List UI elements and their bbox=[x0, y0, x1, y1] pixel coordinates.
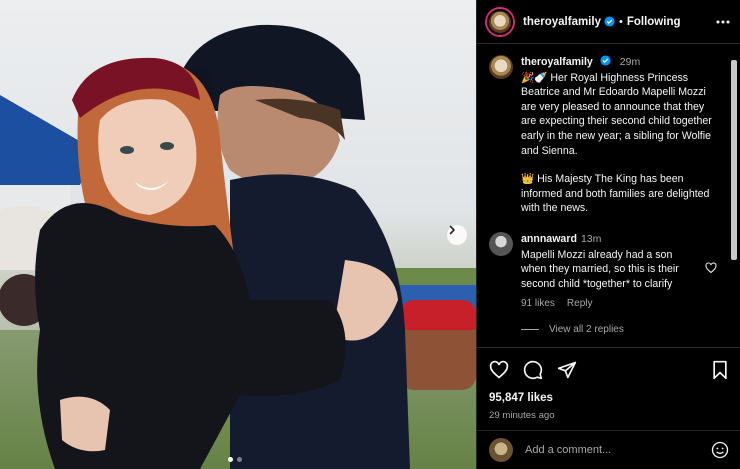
author-username[interactable]: theroyalfamily bbox=[523, 16, 601, 28]
view-replies-button[interactable]: View all 2 replies bbox=[521, 324, 717, 335]
caption-body: theroyalfamily 29m 🎉🍼 Her Royal Highness… bbox=[521, 55, 717, 216]
comment-input[interactable] bbox=[525, 444, 699, 456]
post-timestamp[interactable]: 29 minutes ago bbox=[489, 410, 729, 421]
replies-line bbox=[521, 328, 539, 330]
viewer-avatar bbox=[489, 438, 513, 462]
comment-button[interactable] bbox=[523, 360, 543, 380]
like-button[interactable] bbox=[489, 360, 509, 380]
view-replies-label: View all 2 replies bbox=[549, 323, 624, 335]
comment-time: 13m bbox=[580, 232, 602, 245]
post-side-panel: theroyalfamily • Following theroyalfamil… bbox=[476, 0, 740, 469]
following-button[interactable]: Following bbox=[627, 16, 681, 28]
emoji-button[interactable] bbox=[711, 441, 729, 459]
caption-time: 29m bbox=[619, 56, 641, 68]
comment-body: annnaward 13m Mapelli Mozzi already had a… bbox=[521, 232, 717, 312]
verified-badge-icon bbox=[600, 55, 611, 66]
more-options-button[interactable] bbox=[716, 20, 730, 24]
bookmark-icon bbox=[713, 360, 727, 380]
caption: theroyalfamily 29m 🎉🍼 Her Royal Highness… bbox=[489, 55, 717, 216]
caption-username[interactable]: theroyalfamily bbox=[521, 56, 593, 68]
carousel-dot bbox=[237, 457, 242, 462]
comment-like-button[interactable] bbox=[705, 262, 717, 274]
comment-likes[interactable]: 91 likes bbox=[521, 297, 555, 312]
comment-meta: 91 likes Reply bbox=[521, 297, 699, 312]
comment-avatar[interactable] bbox=[489, 231, 513, 256]
comments-list[interactable]: theroyalfamily 29m 🎉🍼 Her Royal Highness… bbox=[477, 45, 727, 345]
scrollbar-thumb[interactable] bbox=[731, 60, 737, 260]
verified-badge-icon bbox=[604, 16, 615, 27]
chevron-right-icon bbox=[449, 225, 455, 235]
post-header: theroyalfamily • Following bbox=[477, 0, 740, 44]
author-avatar[interactable] bbox=[487, 8, 513, 35]
caption-paragraph-1: 🎉🍼 Her Royal Highness Princess Beatrice … bbox=[521, 71, 712, 157]
caption-avatar[interactable] bbox=[489, 55, 513, 79]
post-photo-illustration bbox=[0, 24, 476, 469]
heart-icon bbox=[705, 262, 717, 274]
comment-username[interactable]: annnaward bbox=[521, 233, 577, 245]
comment-composer bbox=[477, 430, 740, 469]
heart-icon bbox=[489, 360, 509, 379]
paper-plane-icon bbox=[557, 361, 577, 379]
more-horizontal-icon bbox=[716, 20, 730, 23]
carousel-indicator bbox=[228, 457, 242, 462]
carousel-dot-active bbox=[228, 457, 233, 462]
post-photo[interactable] bbox=[0, 0, 476, 469]
comment-text: Mapelli Mozzi already had a son when the… bbox=[521, 248, 679, 290]
comment-reply-button[interactable]: Reply bbox=[567, 297, 593, 312]
comment-bubble-icon bbox=[523, 360, 543, 380]
header-separator: • bbox=[618, 15, 623, 28]
comment: annnaward 13m Mapelli Mozzi already had a… bbox=[489, 231, 717, 312]
caption-paragraph-2: 👑 His Majesty The King has been informed… bbox=[521, 173, 710, 215]
share-button[interactable] bbox=[557, 360, 577, 380]
action-icons bbox=[489, 360, 729, 380]
comments-scrollbar[interactable] bbox=[729, 45, 739, 345]
emoji-smile-icon bbox=[711, 441, 729, 459]
carousel-next-button[interactable] bbox=[447, 225, 467, 245]
save-button[interactable] bbox=[711, 360, 729, 380]
post-actions: 95,847 likes 29 minutes ago bbox=[477, 347, 740, 421]
likes-count[interactable]: 95,847 likes bbox=[489, 392, 729, 404]
